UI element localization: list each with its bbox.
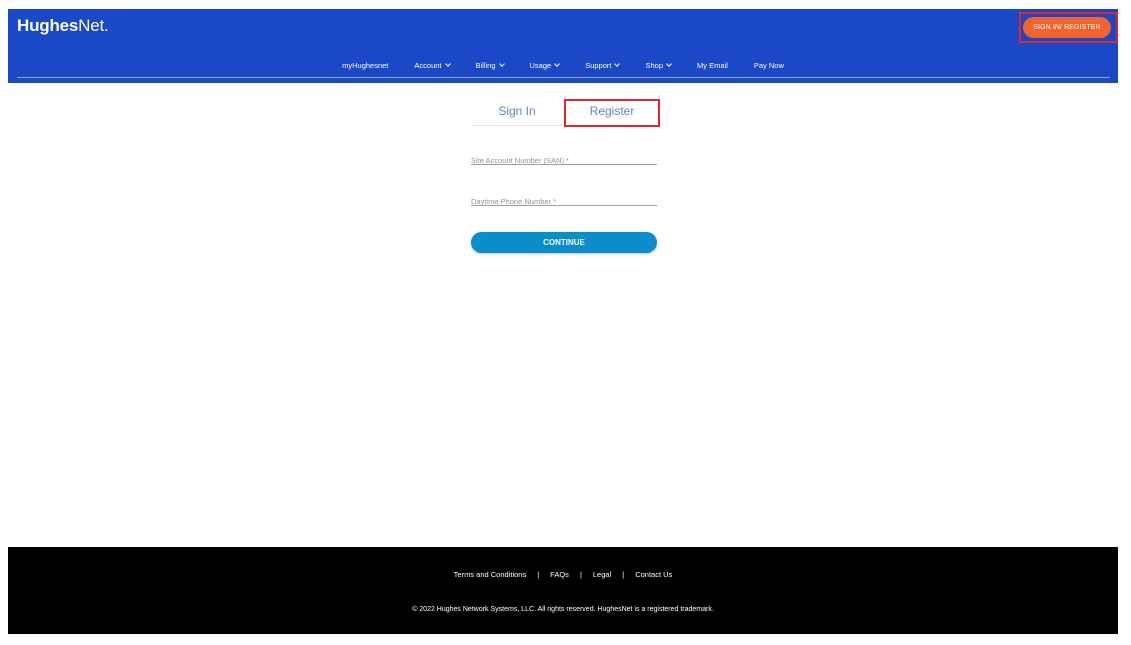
- nav-label: Account: [414, 60, 442, 70]
- register-highlight-box: [564, 99, 660, 127]
- nav-label: Usage: [529, 60, 552, 70]
- logo-suffix: .: [104, 16, 109, 35]
- nav-item-myhughesnet[interactable]: myHughesnet: [342, 61, 388, 70]
- footer-link-legal[interactable]: Legal: [593, 570, 611, 579]
- san-field: [471, 150, 657, 168]
- logo-light: Net: [78, 16, 104, 35]
- chevron-down-icon: [554, 60, 561, 67]
- nav-divider: [17, 77, 1110, 78]
- chevron-down-icon: [614, 60, 621, 67]
- nav-label: My Email: [697, 60, 728, 70]
- signin-register-button[interactable]: SIGN IN/ REGISTER: [1023, 17, 1111, 38]
- footer-links: Terms and Conditions | FAQs | Legal | Co…: [8, 570, 1118, 579]
- nav-label: Billing: [475, 60, 496, 70]
- main-nav: myHughesnet Account Billing Usage Suppor…: [8, 58, 1118, 72]
- nav-item-shop[interactable]: Shop: [645, 60, 672, 70]
- nav-item-pay-now[interactable]: Pay Now: [754, 61, 784, 70]
- nav-label: Shop: [645, 60, 664, 70]
- hughesnet-logo[interactable]: HughesNet.: [17, 16, 109, 36]
- chevron-down-icon: [444, 60, 451, 67]
- nav-item-account[interactable]: Account: [414, 60, 451, 70]
- footer-separator: |: [537, 570, 540, 579]
- nav-label: Support: [585, 60, 612, 70]
- nav-item-billing[interactable]: Billing: [475, 60, 505, 70]
- footer-link-terms[interactable]: Terms and Conditions: [454, 570, 527, 579]
- phone-field: [471, 191, 657, 209]
- nav-item-usage[interactable]: Usage: [529, 60, 561, 70]
- tab-sign-in[interactable]: Sign In: [471, 99, 563, 126]
- copyright-text: © 2022 Hughes Network Systems, LLC. All …: [412, 606, 714, 613]
- chevron-down-icon: [666, 60, 672, 67]
- site-header: HughesNet. SIGN IN/ REGISTER myHughesnet…: [8, 9, 1118, 83]
- nav-label: myHughesnet: [342, 60, 389, 70]
- footer-link-contact[interactable]: Contact Us: [635, 570, 672, 579]
- footer-link-faqs[interactable]: FAQs: [550, 570, 569, 579]
- logo-bold: Hughes: [17, 16, 79, 35]
- continue-button[interactable]: CONTINUE: [471, 232, 657, 253]
- page: HughesNet. SIGN IN/ REGISTER myHughesnet…: [0, 0, 1131, 645]
- san-input[interactable]: [471, 153, 657, 168]
- nav-label: Pay Now: [753, 60, 784, 70]
- site-footer: Terms and Conditions | FAQs | Legal | Co…: [8, 547, 1118, 634]
- nav-item-support[interactable]: Support: [585, 60, 621, 70]
- nav-item-my-email[interactable]: My Email: [697, 61, 728, 70]
- phone-input[interactable]: [471, 194, 657, 209]
- footer-separator: |: [579, 570, 582, 579]
- chevron-down-icon: [498, 60, 505, 67]
- footer-separator: |: [622, 570, 625, 579]
